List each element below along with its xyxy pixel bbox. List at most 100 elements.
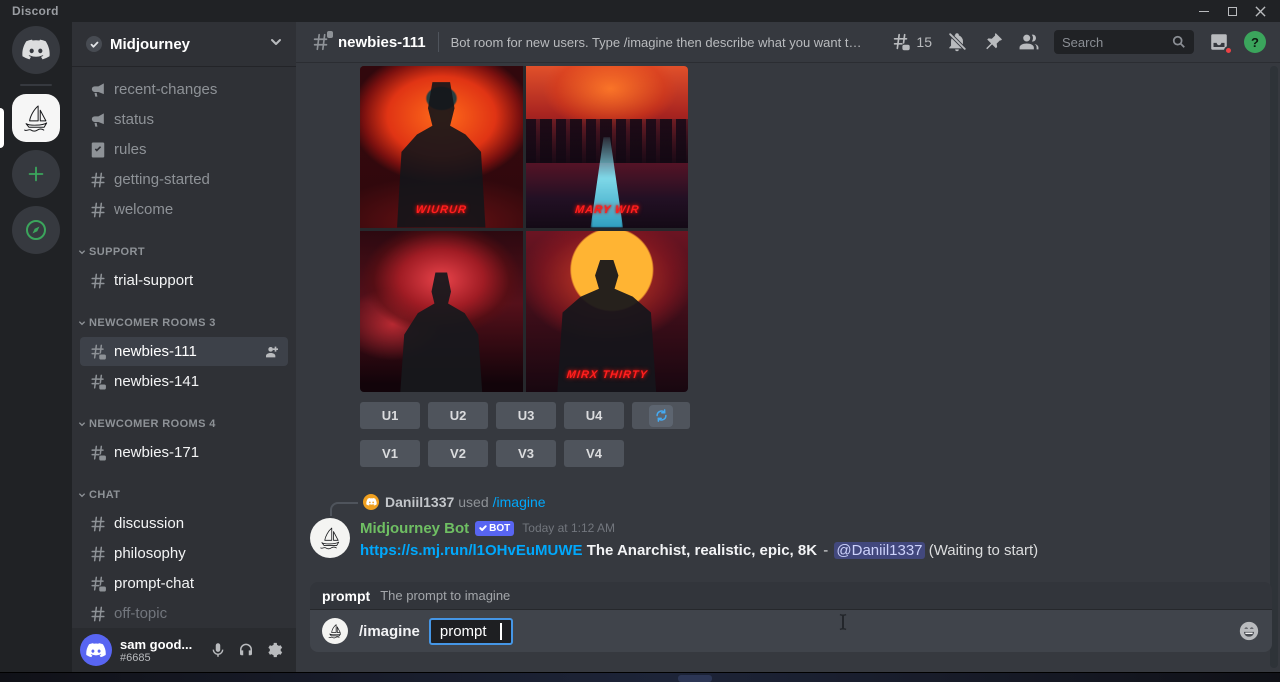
- os-taskbar[interactable]: [0, 672, 1280, 682]
- upscale-2-button[interactable]: U2: [428, 402, 488, 429]
- gear-icon: [265, 641, 283, 659]
- channel-philosophy[interactable]: philosophy: [80, 539, 288, 568]
- explore-servers-button[interactable]: [12, 206, 60, 254]
- interaction-command[interactable]: /imagine: [493, 494, 546, 510]
- hash-icon: [88, 170, 108, 190]
- chevron-down-icon: [270, 35, 282, 53]
- upscale-4-button[interactable]: U4: [564, 402, 624, 429]
- member-list-button[interactable]: [1018, 30, 1040, 54]
- channel-newbies-171[interactable]: newbies-171: [80, 438, 288, 467]
- autocomplete-option-description: The prompt to imagine: [380, 588, 510, 603]
- bot-badge: BOT: [475, 521, 514, 536]
- channel-topic[interactable]: Bot room for new users. Type /imagine th…: [451, 35, 865, 50]
- channel-off-topic[interactable]: off-topic: [80, 599, 288, 628]
- generated-image-2[interactable]: MARY WIR: [526, 66, 689, 228]
- variation-4-button[interactable]: V4: [564, 440, 624, 467]
- emoji-picker-button[interactable]: [1238, 620, 1260, 642]
- hash-icon: [88, 271, 108, 291]
- inbox-button[interactable]: [1208, 30, 1230, 54]
- search-input[interactable]: Search: [1054, 30, 1194, 54]
- channel-recent-changes[interactable]: recent-changes: [80, 75, 288, 104]
- prompt-link[interactable]: https://s.mj.run/l1OHvEuMUWE: [360, 542, 583, 559]
- channel-newbies-111[interactable]: newbies-111: [80, 337, 288, 366]
- add-server-button[interactable]: [12, 150, 60, 198]
- midjourney-sailboat-icon: [326, 622, 344, 640]
- channel-getting-started[interactable]: getting-started: [80, 165, 288, 194]
- user-avatar[interactable]: [80, 634, 112, 666]
- autocomplete-option-name: prompt: [322, 588, 370, 604]
- search-placeholder: Search: [1062, 35, 1172, 50]
- threads-button[interactable]: 15: [890, 30, 932, 54]
- user-mention[interactable]: @Daniil1337: [834, 542, 924, 559]
- channel-status[interactable]: status: [80, 105, 288, 134]
- interaction-username[interactable]: Daniil1337: [385, 494, 454, 510]
- channel-newbies-141[interactable]: newbies-141: [80, 367, 288, 396]
- minimize-icon: [1199, 11, 1209, 12]
- hash-icon: [88, 200, 108, 220]
- prompt-option-field[interactable]: prompt: [429, 618, 513, 645]
- threads-icon: [890, 31, 912, 53]
- search-icon: [1172, 35, 1186, 49]
- invite-member-icon[interactable]: [264, 344, 280, 360]
- generated-image-3[interactable]: [360, 231, 523, 393]
- message-timestamp: Today at 1:12 AM: [522, 521, 615, 535]
- message-input[interactable]: /imagine prompt: [310, 610, 1272, 652]
- discord-home-button[interactable]: [12, 26, 60, 74]
- category-chat[interactable]: CHAT: [78, 483, 288, 507]
- category-newcomer-rooms-4[interactable]: NEWCOMER ROOMS 4: [78, 412, 288, 436]
- reply-spine: [330, 502, 358, 516]
- interaction-user-avatar[interactable]: [363, 494, 379, 510]
- notification-settings-button[interactable]: [946, 30, 968, 54]
- deafen-button[interactable]: [232, 636, 260, 664]
- variation-2-button[interactable]: V2: [428, 440, 488, 467]
- channel-discussion[interactable]: discussion: [80, 509, 288, 538]
- category-support[interactable]: SUPPORT: [78, 240, 288, 264]
- midjourney-sailboat-icon: [19, 101, 53, 135]
- pinned-messages-button[interactable]: [982, 30, 1004, 54]
- pin-icon: [982, 31, 1004, 53]
- bell-slash-icon: [946, 31, 968, 53]
- help-button[interactable]: ?: [1244, 30, 1266, 54]
- category-newcomer-rooms-3[interactable]: NEWCOMER ROOMS 3: [78, 311, 288, 335]
- message-body: Midjourney Bot BOT Today at 1:12 AM http…: [360, 518, 1038, 561]
- chat-scrollbar[interactable]: [1270, 66, 1278, 668]
- help-icon: ?: [1244, 31, 1266, 53]
- maximize-icon: [1228, 7, 1237, 16]
- generated-image-4[interactable]: MIRX THIRTY: [526, 231, 689, 393]
- refresh-icon: [649, 405, 673, 427]
- prompt-option-value: prompt: [440, 623, 487, 640]
- maximize-button[interactable]: [1218, 0, 1246, 22]
- chevron-down-icon: [78, 420, 86, 428]
- upscale-1-button[interactable]: U1: [360, 402, 420, 429]
- generated-image-1[interactable]: WIURUR: [360, 66, 523, 228]
- user-settings-button[interactable]: [260, 636, 288, 664]
- header-divider: [438, 32, 439, 52]
- channel-hash-icon: [310, 31, 332, 53]
- header-toolbar: 15 Search: [876, 30, 1266, 54]
- variation-1-button[interactable]: V1: [360, 440, 420, 467]
- selected-server-pill: [0, 108, 4, 148]
- channel-welcome[interactable]: welcome: [80, 195, 288, 224]
- username: sam good...: [120, 637, 192, 652]
- mute-mic-button[interactable]: [204, 636, 232, 664]
- bot-author-name[interactable]: Midjourney Bot: [360, 520, 469, 537]
- variation-3-button[interactable]: V3: [496, 440, 556, 467]
- server-header[interactable]: Midjourney: [72, 22, 296, 66]
- minimize-button[interactable]: [1190, 0, 1218, 22]
- channel-rules[interactable]: rules: [80, 135, 288, 164]
- generated-image-grid[interactable]: WIURUR MARY WIR MIRX THIRTY: [360, 66, 688, 392]
- upscale-3-button[interactable]: U3: [496, 402, 556, 429]
- reroll-button[interactable]: [632, 402, 690, 429]
- channel-trial-support[interactable]: trial-support: [80, 266, 288, 295]
- variation-button-row: V1 V2 V3 V4: [360, 440, 1280, 467]
- hash-bubble-icon: [88, 443, 108, 463]
- autocomplete-option[interactable]: prompt The prompt to imagine: [310, 582, 1272, 610]
- server-rail: [0, 22, 72, 672]
- midjourney-bot-avatar[interactable]: [310, 518, 350, 558]
- channel-prompt-chat[interactable]: prompt-chat: [80, 569, 288, 598]
- server-icon-midjourney[interactable]: [12, 94, 60, 142]
- close-button[interactable]: [1246, 0, 1274, 22]
- image-caption: MARY WIR: [526, 204, 689, 216]
- channel-name: newbies-111: [338, 34, 426, 51]
- user-info[interactable]: sam good... #6685: [120, 637, 204, 664]
